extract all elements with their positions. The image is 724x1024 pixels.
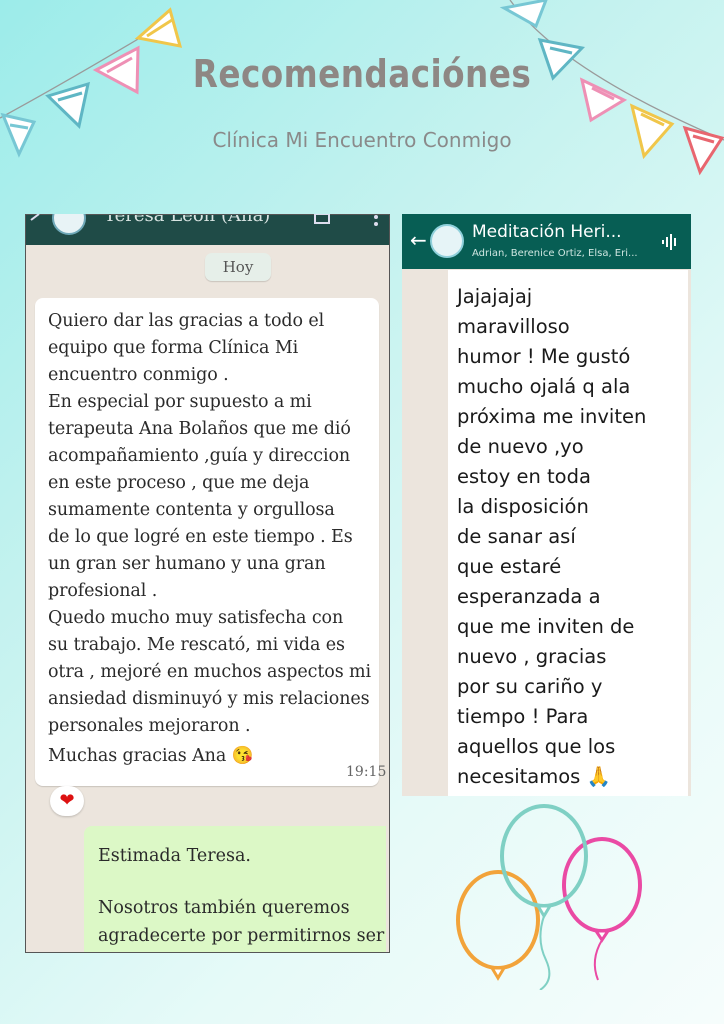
group-name[interactable]: Meditación Heri... xyxy=(472,222,622,242)
group-chat-header: ← Meditación Heri... Adrian, Berenice Or… xyxy=(402,214,691,269)
group-message-line: esperanzada a xyxy=(457,585,601,608)
group-message-line: Jajajajaj xyxy=(457,285,533,308)
bunting-decoration xyxy=(0,0,724,176)
group-message-line: aquellos que los xyxy=(457,735,616,758)
reply-line: agradecerte por permitirnos ser xyxy=(98,926,385,946)
heart-reaction-icon[interactable]: ❤ xyxy=(50,786,84,816)
avatar xyxy=(52,214,86,235)
group-members: Adrian, Berenice Ortiz, Elsa, Eri... xyxy=(472,248,638,259)
message-line: acompañamiento ,guía y direccion xyxy=(48,446,351,466)
message-line: sumamente contenta y orgullosa xyxy=(48,500,335,520)
balloon-orange xyxy=(456,870,540,981)
message-line: personales mejoraron . xyxy=(48,716,251,736)
message-line: en este proceso , que me deja xyxy=(48,473,310,493)
message-line: de lo que logré en este tiempo . Es xyxy=(48,527,353,547)
contact-name: Teresa León (Ana) xyxy=(104,215,271,226)
message-line: terapeuta Ana Bolaños que me dió xyxy=(48,419,351,439)
message-line: encuentro conmigo . xyxy=(48,365,229,385)
group-message-line: estoy en toda xyxy=(457,465,591,488)
message-line: profesional . xyxy=(48,581,158,601)
balloon-mint xyxy=(500,804,588,919)
date-chip: Hoy xyxy=(205,253,271,281)
message-line: equipo que forma Clínica Mi xyxy=(48,338,299,358)
group-message-line: nuevo , gracias xyxy=(457,645,607,668)
group-message-line: próxima me inviten xyxy=(457,405,647,428)
reply-line: Estimada Teresa. xyxy=(98,846,251,866)
group-message-line: que me inviten de xyxy=(457,615,635,638)
group-message-line: por su cariño y xyxy=(457,675,603,698)
group-avatar[interactable] xyxy=(430,224,464,258)
message-line: Muchas gracias Ana 😘 xyxy=(48,746,254,766)
message-line: Quiero dar las gracias a todo el xyxy=(48,311,325,331)
back-arrow-icon[interactable]: ← xyxy=(410,228,427,252)
group-message-line: mucho ojalá q ala xyxy=(457,375,631,398)
back-arrow-icon[interactable] xyxy=(27,214,41,224)
group-message-line: de sanar así xyxy=(457,525,576,548)
flag-right-1 xyxy=(499,0,548,29)
group-message-line: maravilloso xyxy=(457,315,570,338)
video-call-icon[interactable] xyxy=(313,214,333,226)
message-line: En especial por supuesto a mi xyxy=(48,392,312,412)
reply-line: Nosotros también queremos xyxy=(98,898,350,918)
message-line: Quedo mucho muy satisfecha con xyxy=(48,608,344,628)
message-timestamp: 19:15 xyxy=(346,764,387,780)
balloons-decoration xyxy=(456,804,642,990)
group-message-line: tiempo ! Para xyxy=(457,705,589,728)
group-message-line: humor ! Me gustó xyxy=(457,345,631,368)
message-line: otra , mejoré en muchos aspectos mi xyxy=(48,662,372,682)
message-line: un gran ser humano y una gran xyxy=(48,554,326,574)
message-line: su trabajo. Me rescató, mi vida es xyxy=(48,635,345,655)
group-message-line: la disposición xyxy=(457,495,589,518)
page-title: Recomendaciónes xyxy=(192,52,532,96)
audio-wave-icon[interactable] xyxy=(660,232,680,252)
group-message-line: necesitamos 🙏 xyxy=(457,765,611,788)
flag-left-4 xyxy=(134,7,183,48)
page-subtitle: Clínica Mi Encuentro Conmigo xyxy=(212,128,512,152)
message-line: ansiedad disminuyó y mis relaciones xyxy=(48,689,370,709)
group-message-line: que estaré xyxy=(457,555,562,578)
more-options-icon[interactable] xyxy=(372,214,380,228)
group-message-line: de nuevo ,yo xyxy=(457,435,584,458)
